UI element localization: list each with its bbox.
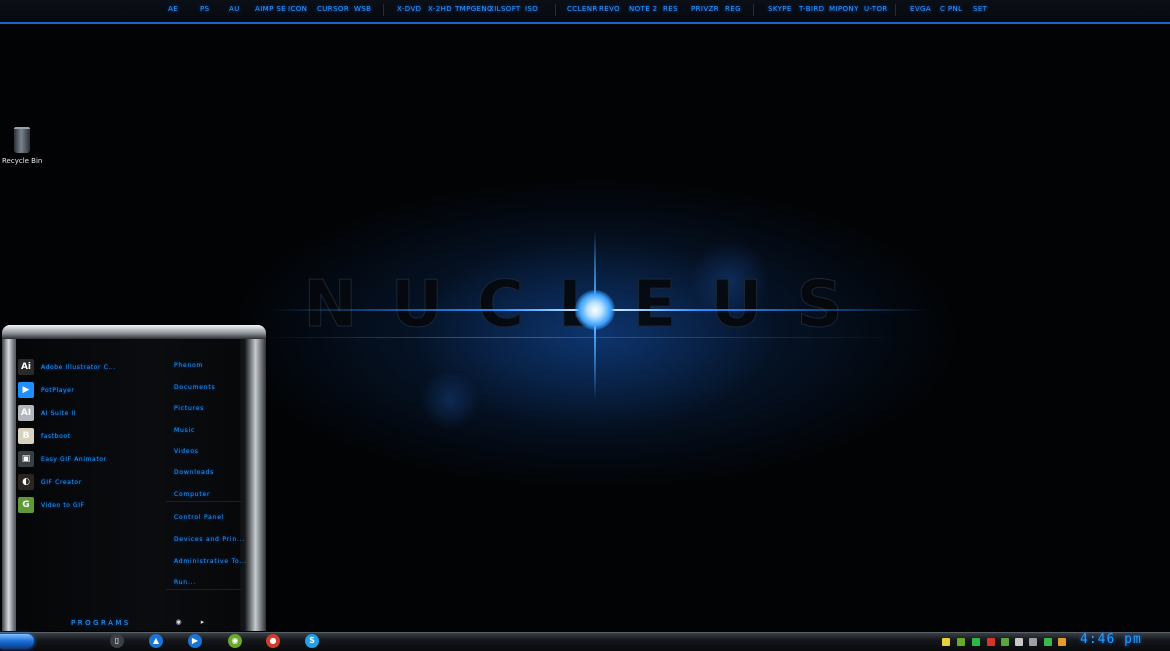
power-options-icon[interactable]: ▸ <box>198 618 207 627</box>
launcher-skype[interactable]: SKYPE <box>768 5 792 13</box>
taskbar-app[interactable]: ▲ <box>147 633 165 651</box>
program-label: PotPlayer <box>41 387 75 394</box>
launcher-xilsoft[interactable]: XILSOFT <box>489 5 521 13</box>
launcher-ps[interactable]: PS <box>200 5 209 13</box>
program-item[interactable]: G Video to GIF <box>18 497 168 515</box>
launcher-cursor[interactable]: CURSOR <box>317 5 349 13</box>
places-separator <box>166 589 242 590</box>
launcher-aimp-se[interactable]: AIMP SE <box>255 5 286 13</box>
taskbar-app[interactable]: ▯ <box>108 633 126 651</box>
place-phenom[interactable]: Phenom <box>174 362 203 369</box>
start-menu-body: PROGRAMS ◉ ▸ Ai Adobe Illustrator C... ▶ Po… <box>16 339 247 631</box>
launcher-res[interactable]: RES <box>663 5 678 13</box>
potplayer-icon: ▶ <box>18 382 34 398</box>
recycle-bin[interactable]: Recycle Bin <box>2 127 42 165</box>
start-button[interactable] <box>0 634 34 648</box>
launcher-reg[interactable]: REG <box>725 5 741 13</box>
tray-network-icon[interactable] <box>972 638 980 646</box>
lens-flare-core <box>575 290 615 330</box>
taskbar-app[interactable]: S <box>303 633 321 651</box>
place-downloads[interactable]: Downloads <box>174 469 214 476</box>
place-computer[interactable]: Computer <box>174 491 210 498</box>
shutdown-icon[interactable]: ◉ <box>174 618 183 627</box>
tray-app-icon[interactable] <box>1015 638 1023 646</box>
tray-utorrent-icon[interactable] <box>1001 638 1009 646</box>
launcher-separator <box>383 4 384 16</box>
launcher-separator <box>753 4 754 16</box>
program-label: GIF Creator <box>41 479 82 486</box>
ai-suite-icon: AI <box>18 405 34 421</box>
launcher-x-2hd[interactable]: X-2HD <box>428 5 452 13</box>
recycle-bin-label: Recycle Bin <box>2 157 43 165</box>
skype-icon: S <box>305 634 319 648</box>
program-item[interactable]: Ai Adobe Illustrator C... <box>18 359 168 377</box>
launcher-privzr[interactable]: PRIVZR <box>691 5 719 13</box>
potplayer-icon: ▶ <box>188 634 202 648</box>
start-menu: PROGRAMS ◉ ▸ Ai Adobe Illustrator C... ▶ Po… <box>2 325 266 631</box>
launcher-t-bird[interactable]: T-BIRD <box>799 5 824 13</box>
taskbar-app[interactable]: ▶ <box>186 633 204 651</box>
program-item[interactable]: Bfastboot <box>18 428 168 446</box>
launcher-u-tor[interactable]: U-TOR <box>864 5 888 13</box>
program-item[interactable]: ▶ PotPlayer <box>18 382 168 400</box>
all-programs-button[interactable]: PROGRAMS <box>71 619 131 627</box>
launcher-c-pnl[interactable]: C PNL <box>940 5 962 13</box>
program-label: fastboot <box>41 433 71 440</box>
tray-signal-icon[interactable] <box>1044 638 1052 646</box>
program-label: Easy GIF Animator <box>41 456 107 463</box>
launcher-mipony[interactable]: MIPONY <box>829 5 859 13</box>
tray-nvidia-icon[interactable] <box>957 638 965 646</box>
launcher-evga[interactable]: EVGA <box>910 5 931 13</box>
start-menu-frame <box>2 325 266 339</box>
launcher-cclenr[interactable]: CCLENR <box>567 5 598 13</box>
tray-alert-icon[interactable] <box>987 638 995 646</box>
fastboot-icon: B <box>18 428 34 444</box>
place-devices-and-prin[interactable]: Devices and Prin... <box>174 536 245 543</box>
places-separator <box>166 501 242 502</box>
video-to-gif-icon: G <box>18 497 34 513</box>
place-administrative-to[interactable]: Administrative To... <box>174 558 248 565</box>
taskbar-clock[interactable]: 4:46 pm <box>1080 632 1142 647</box>
aimp-icon: ▲ <box>149 634 163 648</box>
media-icon: ● <box>266 634 280 648</box>
launcher-set[interactable]: SET <box>973 5 987 13</box>
program-label: AI Suite II <box>41 410 77 417</box>
explorer-icon: ▯ <box>110 634 124 648</box>
lens-flare-line <box>260 337 900 338</box>
program-label: Video to GIF <box>41 502 85 509</box>
launcher-x-dvd[interactable]: X-DVD <box>397 5 421 13</box>
place-documents[interactable]: Documents <box>174 384 215 391</box>
program-item[interactable]: ▣ Easy GIF Animator <box>18 451 168 469</box>
gif-animator-icon: ▣ <box>18 451 34 467</box>
launcher-separator <box>895 4 896 16</box>
program-item[interactable]: ◐ GIF Creator <box>18 474 168 492</box>
launcher-icon[interactable]: ICON <box>288 5 307 13</box>
launcher-wsb[interactable]: WSB <box>354 5 371 13</box>
tray-volume-icon[interactable] <box>1029 638 1037 646</box>
tray-battery-icon[interactable] <box>1058 638 1066 646</box>
launcher-ae[interactable]: AE <box>168 5 178 13</box>
launcher-au[interactable]: AU <box>229 5 240 13</box>
program-item[interactable]: AI AI Suite II <box>18 405 168 423</box>
taskbar-app[interactable]: ● <box>264 633 282 651</box>
place-run[interactable]: Run... <box>174 579 196 586</box>
launcher-separator <box>555 4 556 16</box>
taskbar-app[interactable]: ◉ <box>226 633 244 651</box>
tray-folder-icon[interactable] <box>942 638 950 646</box>
launcher-iso[interactable]: ISO <box>525 5 538 13</box>
wallpaper-orb <box>420 370 480 430</box>
launcher-bar: AE PS AU AIMP SE ICON CURSOR WSB X-DVD X-2HD TMPG… <box>0 0 1170 24</box>
place-control-panel[interactable]: Control Panel <box>174 514 224 521</box>
place-music[interactable]: Music <box>174 427 195 434</box>
adobe-illustrator-icon: Ai <box>18 359 34 375</box>
launcher-revo[interactable]: REVO <box>599 5 620 13</box>
gif-creator-icon: ◐ <box>18 474 34 490</box>
nvidia-icon: ◉ <box>228 634 242 648</box>
place-videos[interactable]: Videos <box>174 448 199 455</box>
place-pictures[interactable]: Pictures <box>174 405 204 412</box>
launcher-tmpgenc[interactable]: TMPGENC <box>455 5 492 13</box>
recycle-bin-icon <box>14 127 30 153</box>
launcher-note-2[interactable]: NOTE 2 <box>629 5 658 13</box>
program-label: Adobe Illustrator C... <box>41 364 116 371</box>
